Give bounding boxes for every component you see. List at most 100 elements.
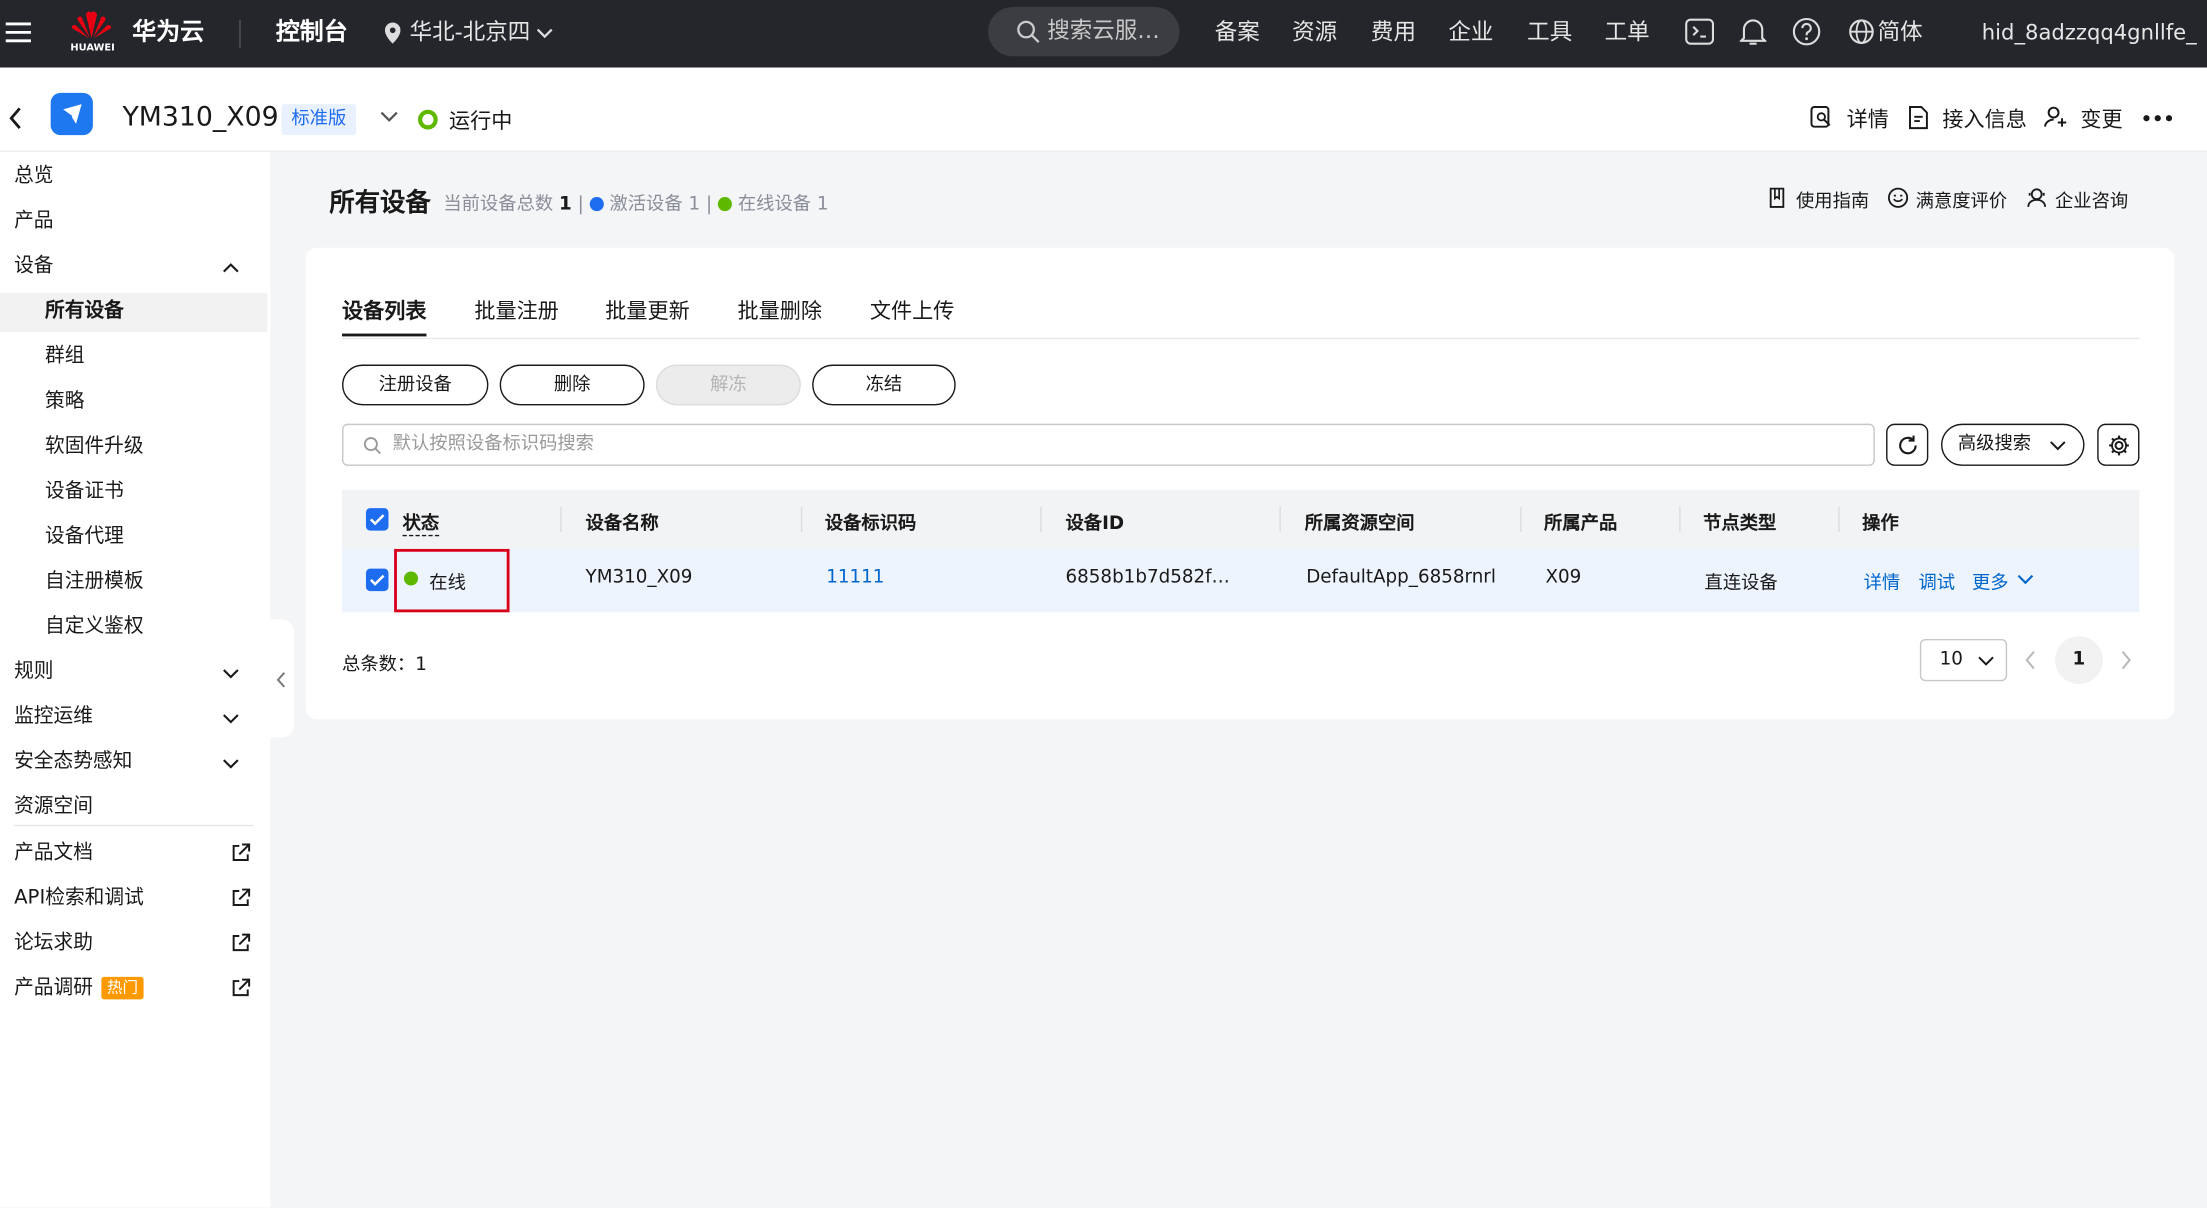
external-link-icon <box>232 933 251 952</box>
tab-batch-delete[interactable]: 批量删除 <box>738 296 822 326</box>
sidebar-item-product-survey[interactable]: 产品调研 <box>14 974 93 1002</box>
instance-switch-chevron-icon[interactable] <box>380 110 398 124</box>
refresh-icon <box>1899 435 1917 455</box>
nav-billing[interactable]: 费用 <box>1371 0 1416 68</box>
chevron-down-icon[interactable] <box>222 754 239 771</box>
header-operations: 操作 <box>1862 513 1899 535</box>
sidebar-item-self-registration-template[interactable]: 自注册模板 <box>45 567 144 595</box>
sidebar-item-monitoring[interactable]: 监控运维 <box>14 702 93 730</box>
sidebar-item-api-explorer[interactable]: API检索和调试 <box>14 884 144 912</box>
row-more-dropdown[interactable]: 更多 <box>1972 567 2009 594</box>
detail-icon <box>1810 105 1831 128</box>
column-divider <box>560 506 562 533</box>
sidebar-item-resource-spaces[interactable]: 资源空间 <box>14 792 93 820</box>
sidebar-item-ota-upgrade[interactable]: 软固件升级 <box>45 432 144 460</box>
chevron-up-icon[interactable] <box>222 260 239 277</box>
check-icon <box>369 514 385 526</box>
terminal-icon[interactable] <box>1685 18 1715 45</box>
back-arrow-icon[interactable] <box>8 107 22 130</box>
brand-name[interactable]: 华为云 <box>132 0 204 68</box>
search-icon <box>1017 20 1040 44</box>
header-device-name: 设备名称 <box>585 513 659 535</box>
table-settings-button[interactable] <box>2097 423 2140 466</box>
sidebar-item-devices[interactable]: 设备 <box>14 252 53 280</box>
hamburger-menu-icon[interactable] <box>5 20 31 45</box>
device-search-input[interactable]: 默认按照设备标识码搜索 <box>342 423 1875 466</box>
edition-badge: 标准版 <box>281 104 357 136</box>
user-account[interactable]: hid_8adzzqq4gnllfe_ <box>1982 0 2197 68</box>
nav-tools[interactable]: 工具 <box>1527 0 1572 68</box>
access-info-label: 接入信息 <box>1942 106 2027 133</box>
chevron-left-icon <box>276 672 286 688</box>
next-page-icon[interactable] <box>2120 650 2133 670</box>
chevron-down-icon[interactable] <box>222 709 239 726</box>
tab-batch-register[interactable]: 批量注册 <box>474 296 558 326</box>
sidebar-collapse-handle[interactable] <box>268 619 295 738</box>
column-divider <box>1040 506 1042 533</box>
advanced-search-button[interactable]: 高级搜索 <box>1940 423 2085 466</box>
huawei-logo[interactable]: HUAWEI <box>68 8 116 56</box>
delete-button[interactable]: 删除 <box>499 364 645 406</box>
select-all-checkbox[interactable] <box>365 508 389 531</box>
column-divider <box>1520 506 1522 533</box>
tab-file-upload[interactable]: 文件上传 <box>870 296 954 326</box>
tab-device-list[interactable]: 设备列表 <box>342 296 426 326</box>
more-options-icon[interactable] <box>2142 114 2173 122</box>
globe-icon[interactable] <box>1848 18 1875 45</box>
nav-filing[interactable]: 备案 <box>1215 0 1260 68</box>
sidebar-item-product-docs[interactable]: 产品文档 <box>14 839 93 867</box>
tabs-underline <box>342 337 2140 340</box>
sidebar-item-device-certificates[interactable]: 设备证书 <box>45 477 124 505</box>
sidebar-item-policies[interactable]: 策略 <box>45 387 84 415</box>
chevron-down-icon <box>1978 656 1994 666</box>
advanced-search-label: 高级搜索 <box>1957 433 2032 455</box>
cell-node-type: 直连设备 <box>1704 572 1778 594</box>
freeze-button[interactable]: 冻结 <box>812 364 956 406</box>
sidebar-item-products[interactable]: 产品 <box>14 207 53 235</box>
row-debug-link[interactable]: 调试 <box>1918 567 1955 594</box>
column-divider <box>1838 506 1840 533</box>
change-label: 变更 <box>2080 106 2123 133</box>
total-count: 总条数：1 <box>342 649 427 676</box>
sidebar-item-groups[interactable]: 群组 <box>45 342 84 370</box>
register-device-button[interactable]: 注册设备 <box>342 364 489 406</box>
header-status[interactable]: 状态 <box>402 508 440 537</box>
external-link-icon <box>232 978 251 997</box>
sidebar-item-device-proxy[interactable]: 设备代理 <box>45 522 124 550</box>
sidebar-divider <box>14 824 254 827</box>
sidebar-item-custom-auth[interactable]: 自定义鉴权 <box>45 612 144 640</box>
nav-resources[interactable]: 资源 <box>1292 0 1337 68</box>
nav-tickets[interactable]: 工单 <box>1605 0 1650 68</box>
sidebar-item-forum[interactable]: 论坛求助 <box>14 929 93 957</box>
refresh-button[interactable] <box>1886 423 1929 466</box>
header-device-id: 设备ID <box>1065 513 1125 535</box>
sidebar-item-all-devices[interactable]: 所有设备 <box>45 297 124 325</box>
detail-label: 详情 <box>1846 106 1889 133</box>
tab-batch-update[interactable]: 批量更新 <box>605 296 689 326</box>
column-divider <box>1679 506 1681 533</box>
chevron-down-icon[interactable] <box>222 664 239 681</box>
sidebar-item-security-awareness[interactable]: 安全态势感知 <box>14 747 132 775</box>
logo-text: HUAWEI <box>70 42 115 54</box>
global-search[interactable]: 搜索云服… <box>988 7 1180 57</box>
nav-enterprise[interactable]: 企业 <box>1448 0 1493 68</box>
current-page-button[interactable]: 1 <box>2054 636 2103 685</box>
chevron-down-icon[interactable] <box>2017 573 2034 586</box>
sidebar-item-overview[interactable]: 总览 <box>14 162 53 190</box>
header-resource-space: 所属资源空间 <box>1304 513 1415 535</box>
page-size-select[interactable]: 10 <box>1919 639 2008 682</box>
row-detail-link[interactable]: 详情 <box>1864 567 1901 594</box>
language-switch[interactable]: 简体 <box>1878 0 1923 68</box>
iotda-service-icon <box>50 92 93 136</box>
console-link[interactable]: 控制台 <box>276 0 348 68</box>
header-node-type: 节点类型 <box>1703 513 1777 535</box>
device-search-placeholder: 默认按照设备标识码搜索 <box>392 433 594 455</box>
help-icon[interactable] <box>1792 17 1822 47</box>
unfreeze-button[interactable]: 解冻 <box>655 364 801 406</box>
prev-page-icon[interactable] <box>2024 650 2037 670</box>
row-checkbox[interactable] <box>365 568 389 592</box>
bell-icon[interactable] <box>1739 17 1767 47</box>
cell-identifier-link[interactable]: 11111 <box>826 567 884 588</box>
cell-device-name: YM310_X09 <box>585 567 693 589</box>
sidebar-item-rules[interactable]: 规则 <box>14 657 53 685</box>
